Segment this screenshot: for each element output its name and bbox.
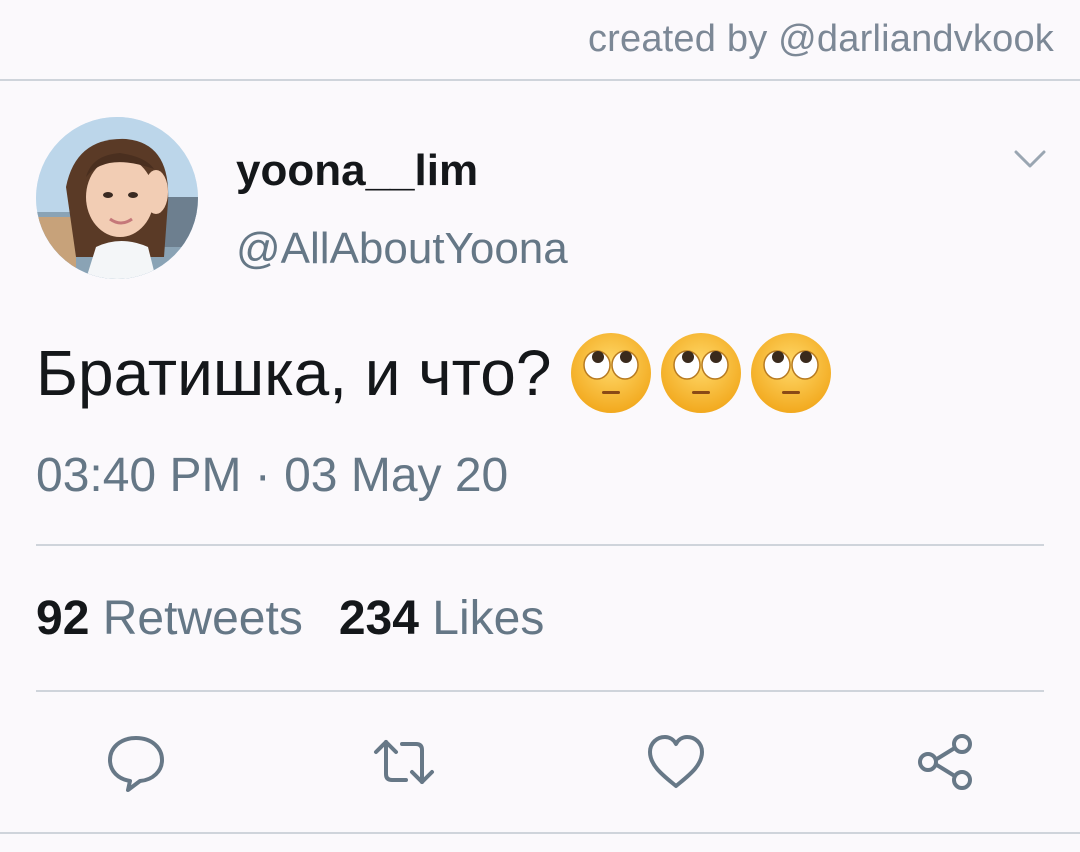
actions-divider-top xyxy=(36,690,1044,692)
avatar[interactable] xyxy=(36,117,198,279)
tweet-text: Братишка, и что? xyxy=(36,330,833,416)
chevron-down-icon[interactable] xyxy=(1012,144,1048,174)
tweet-text-content: Братишка, и что? xyxy=(36,337,552,409)
emoji-group xyxy=(569,331,833,415)
top-divider xyxy=(0,79,1080,81)
retweets-count: 92 xyxy=(36,592,90,645)
likes-stat[interactable]: 234 Likes xyxy=(339,592,545,645)
likes-count: 234 xyxy=(338,592,419,645)
retweets-stat[interactable]: 92 Retweets xyxy=(36,592,303,645)
retweet-icon[interactable] xyxy=(372,730,436,794)
retweets-label: Retweets xyxy=(102,592,303,645)
eye-roll-emoji xyxy=(749,331,833,415)
engagement-stats: 92 Retweets 234 Likes xyxy=(36,591,544,646)
heart-icon[interactable] xyxy=(644,730,708,794)
share-icon[interactable] xyxy=(914,730,978,794)
display-name[interactable]: yoona__lim xyxy=(236,146,478,196)
bottom-divider xyxy=(0,832,1080,834)
stats-divider-top xyxy=(36,544,1044,546)
eye-roll-emoji xyxy=(569,331,653,415)
user-handle[interactable]: @AllAboutYoona xyxy=(236,224,568,274)
tweet-timestamp[interactable]: 03:40 PM · 03 May 20 xyxy=(36,448,508,503)
watermark-credit: created by @darliandvkook xyxy=(587,18,1054,60)
eye-roll-emoji xyxy=(659,331,743,415)
reply-icon[interactable] xyxy=(104,730,168,794)
likes-label: Likes xyxy=(432,592,545,645)
